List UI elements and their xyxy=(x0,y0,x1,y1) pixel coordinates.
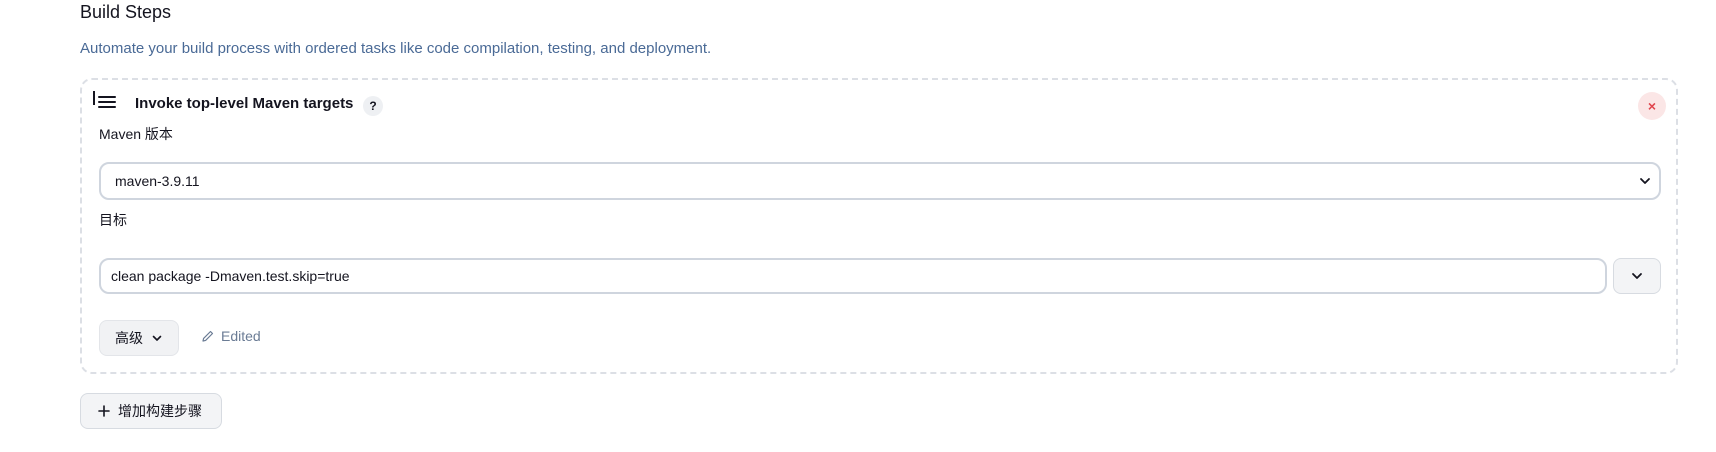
help-button[interactable]: ? xyxy=(363,96,383,116)
add-build-step-button[interactable]: 增加构建步骤 xyxy=(80,393,222,429)
section-title: Build Steps xyxy=(80,2,172,22)
maven-version-value: maven-3.9.11 xyxy=(115,173,200,189)
advanced-label: 高级 xyxy=(115,330,143,346)
chevron-down-icon xyxy=(1632,273,1642,279)
goals-value: clean package -Dmaven.test.skip=true xyxy=(111,268,350,284)
step-title: Invoke top-level Maven targets xyxy=(135,95,354,112)
drag-indicator xyxy=(93,91,95,105)
drag-handle-icon[interactable] xyxy=(98,96,116,110)
advanced-button[interactable]: 高级 xyxy=(99,320,179,356)
build-step-card: Invoke top-level Maven targets ? × Maven… xyxy=(80,78,1678,374)
pencil-icon xyxy=(202,330,214,342)
section-description: Automate your build process with ordered… xyxy=(80,40,712,57)
close-step-button[interactable]: × xyxy=(1638,92,1666,120)
chevron-down-icon xyxy=(1640,178,1650,184)
goals-input[interactable]: clean package -Dmaven.test.skip=true xyxy=(99,258,1607,294)
close-icon: × xyxy=(1647,98,1657,114)
goals-label: 目标 xyxy=(99,212,127,228)
chevron-down-icon xyxy=(152,335,162,341)
plus-icon xyxy=(98,405,110,417)
maven-version-label: Maven 版本 xyxy=(99,126,173,142)
expand-goals-button[interactable] xyxy=(1613,258,1661,294)
edited-label: Edited xyxy=(221,328,261,344)
maven-version-select[interactable]: maven-3.9.11 xyxy=(99,162,1661,200)
edited-indicator: Edited xyxy=(201,328,261,344)
add-build-step-label: 增加构建步骤 xyxy=(118,403,202,419)
